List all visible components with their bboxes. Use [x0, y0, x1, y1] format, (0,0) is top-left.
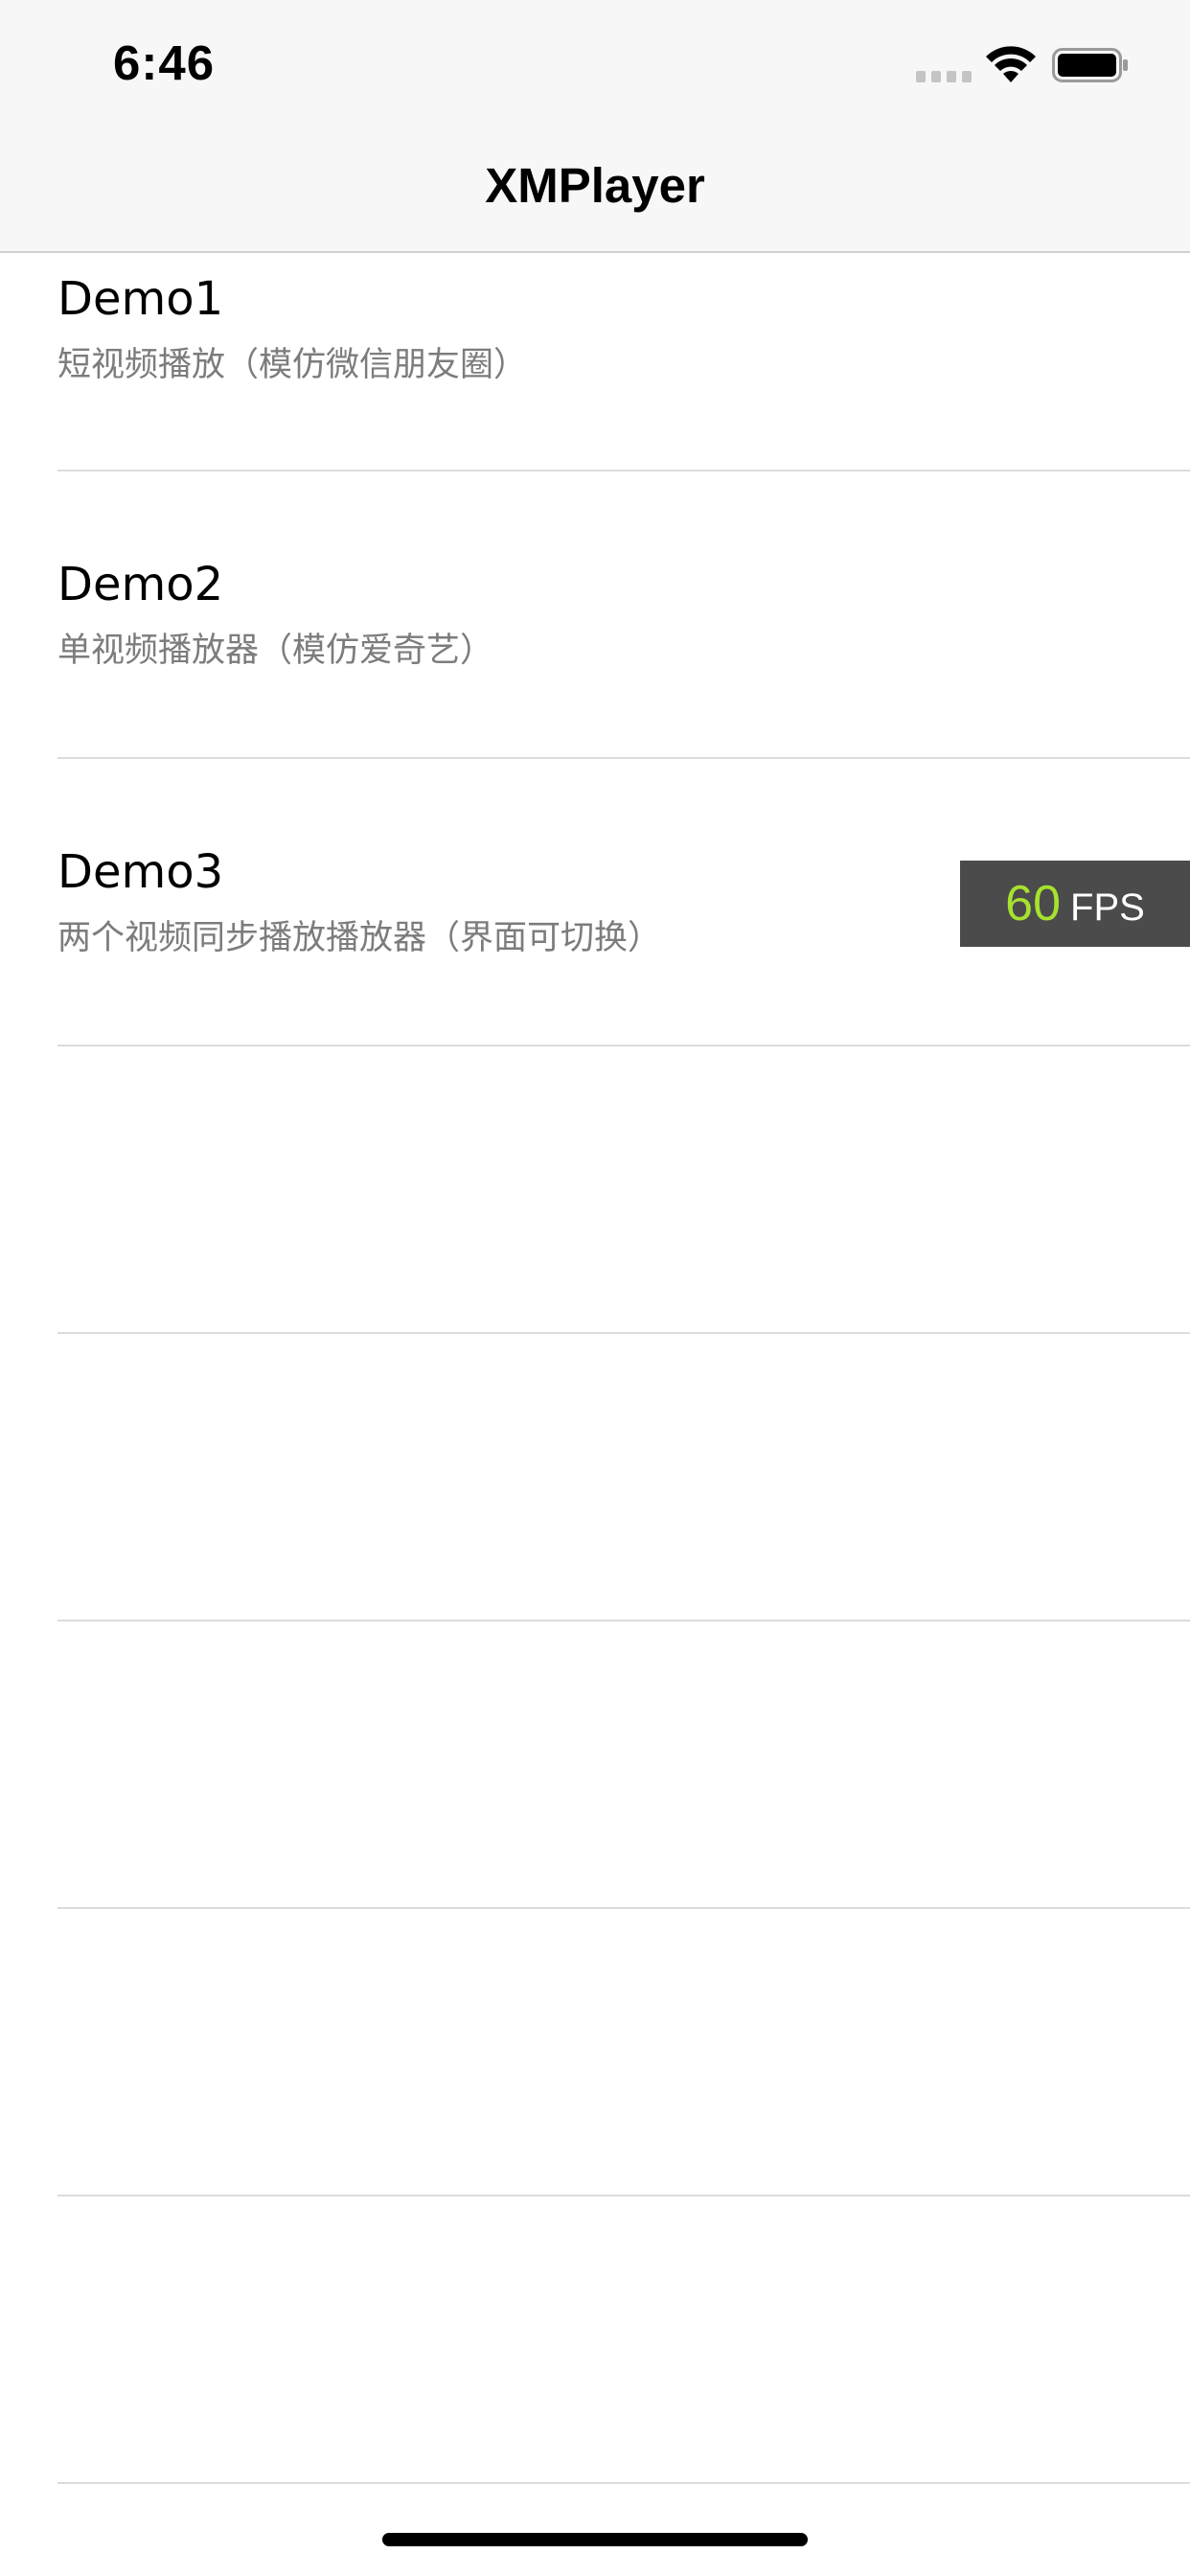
- screen: 6:46 XMPlayer Demo1 短视频播放（模仿微信朋友圈） Demo2…: [0, 0, 1190, 2576]
- cellular-signal-icon: [916, 71, 972, 82]
- status-time: 6:46: [113, 35, 216, 90]
- wifi-icon: [986, 46, 1036, 82]
- table-row-demo2[interactable]: Demo2 单视频播放器（模仿爱奇艺）: [0, 472, 1190, 759]
- nav-title: XMPlayer: [485, 158, 705, 213]
- row-title: Demo1: [57, 272, 224, 326]
- fps-unit: FPS: [1070, 886, 1145, 929]
- navigation-bar: XMPlayer: [0, 126, 1190, 253]
- row-separator: [57, 2482, 1190, 2484]
- battery-full-icon: [1052, 48, 1128, 82]
- top-chrome: 6:46 XMPlayer: [0, 0, 1190, 253]
- table-row-empty: [0, 2196, 1190, 2484]
- row-subtitle: 两个视频同步播放播放器（界面可切换）: [57, 919, 662, 957]
- home-indicator[interactable]: [382, 2533, 808, 2546]
- table-row-empty: [0, 1909, 1190, 2196]
- status-bar: 6:46: [0, 0, 1190, 126]
- table-row-empty: [0, 1334, 1190, 1622]
- row-title: Demo2: [57, 558, 224, 611]
- row-subtitle: 短视频播放（模仿微信朋友圈）: [57, 346, 528, 384]
- fps-indicator: 60 FPS: [960, 861, 1190, 947]
- table-row-empty: [0, 1622, 1190, 1909]
- row-title: Demo3: [57, 845, 224, 899]
- fps-value: 60: [1005, 876, 1062, 932]
- table-row-empty: [0, 1046, 1190, 1334]
- row-subtitle: 单视频播放器（模仿爱奇艺）: [57, 632, 494, 670]
